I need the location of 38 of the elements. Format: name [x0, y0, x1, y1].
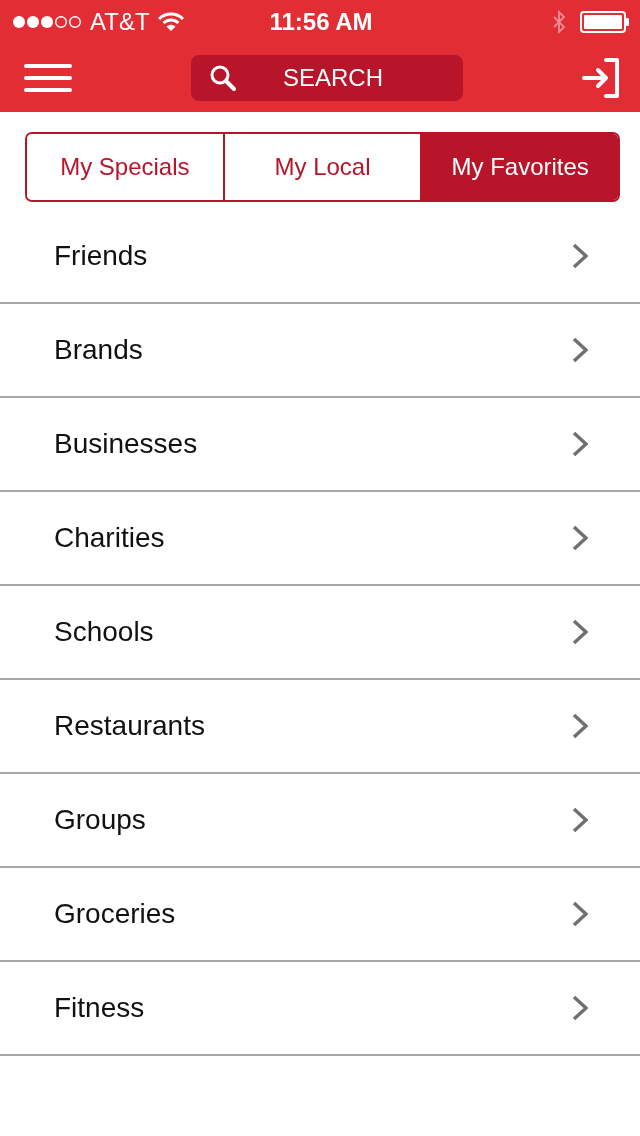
- chevron-right-icon: [572, 995, 588, 1021]
- wifi-icon: [157, 12, 184, 32]
- list-item[interactable]: Groceries: [0, 868, 640, 962]
- battery-icon: [580, 11, 630, 33]
- signal-strength-icon: [12, 15, 82, 29]
- search-icon: [209, 64, 237, 92]
- bluetooth-icon: [552, 10, 566, 34]
- list-item-label: Groceries: [54, 898, 176, 930]
- list-item[interactable]: Groups: [0, 774, 640, 868]
- chevron-right-icon: [572, 901, 588, 927]
- chevron-right-icon: [572, 431, 588, 457]
- list-item-label: Fitness: [54, 992, 145, 1024]
- segment-tab[interactable]: My Favorites: [420, 134, 618, 200]
- list-item-label: Friends: [54, 240, 148, 272]
- clock-time: 11:56 AM: [269, 8, 373, 36]
- sign-in-button[interactable]: [582, 58, 620, 98]
- list-item[interactable]: Restaurants: [0, 680, 640, 774]
- list-item[interactable]: Charities: [0, 492, 640, 586]
- list-item[interactable]: Fitness: [0, 962, 640, 1056]
- search-field[interactable]: SEARCH: [191, 55, 463, 101]
- chevron-right-icon: [572, 713, 588, 739]
- chevron-right-icon: [572, 807, 588, 833]
- list-item-label: Restaurants: [54, 710, 205, 742]
- chevron-right-icon: [572, 525, 588, 551]
- list-item[interactable]: Businesses: [0, 398, 640, 492]
- list-item-label: Schools: [54, 616, 154, 648]
- chevron-right-icon: [572, 243, 588, 269]
- list-item-label: Brands: [54, 334, 143, 366]
- chevron-right-icon: [572, 619, 588, 645]
- list-item-label: Businesses: [54, 428, 198, 460]
- list-item[interactable]: Brands: [0, 304, 640, 398]
- list-item-label: Groups: [54, 804, 146, 836]
- menu-button[interactable]: [24, 63, 72, 93]
- chevron-right-icon: [572, 337, 588, 363]
- list-item[interactable]: Schools: [0, 586, 640, 680]
- list-item[interactable]: Friends: [0, 210, 640, 304]
- carrier-name: AT&T: [90, 8, 150, 36]
- list-item-label: Charities: [54, 522, 165, 554]
